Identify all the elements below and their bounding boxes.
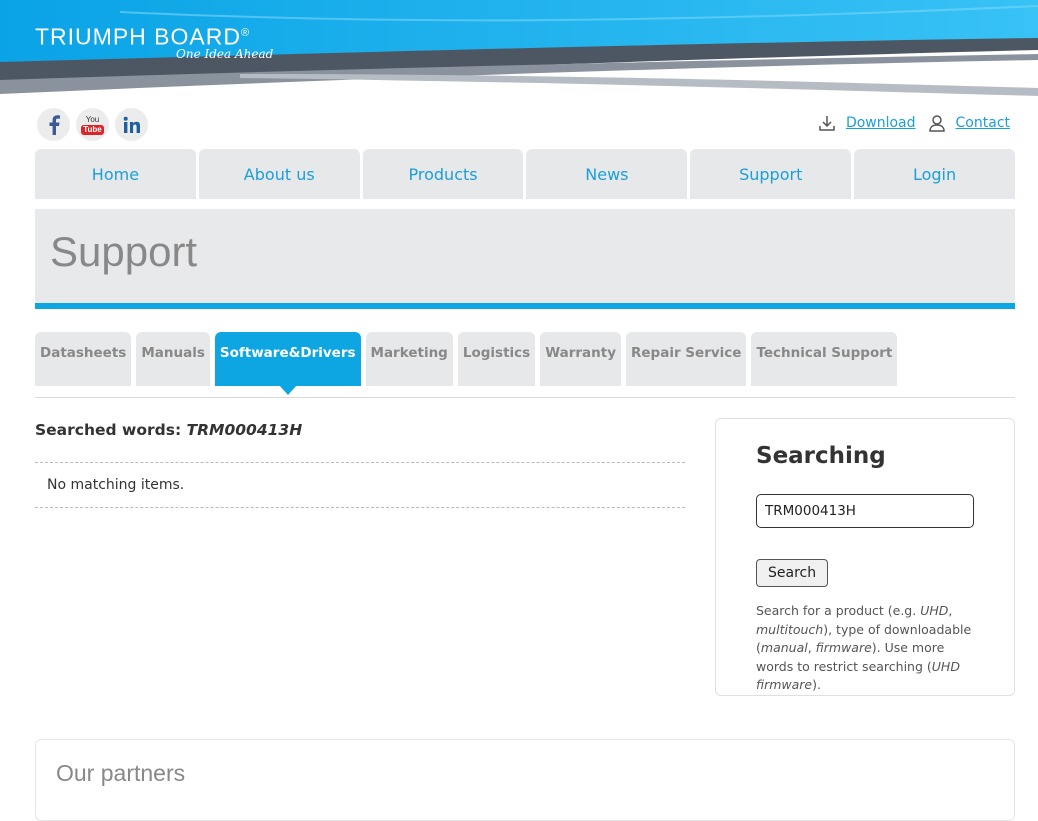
logo-tagline: One Idea Ahead bbox=[176, 46, 274, 61]
searched-words: Searched words: TRM000413H bbox=[35, 421, 302, 439]
nav-news[interactable]: News bbox=[526, 149, 688, 199]
top-links: Download Contact bbox=[818, 114, 1010, 132]
logo-name: TRIUMPH BOARD bbox=[35, 23, 241, 50]
search-panel: Searching Search Search for a product (e… bbox=[715, 418, 1015, 696]
search-results: No matching items. bbox=[35, 462, 685, 508]
tab-software-drivers[interactable]: Software&Drivers bbox=[214, 332, 361, 395]
support-subtabs: Datasheets Manuals Software&Drivers Mark… bbox=[35, 332, 898, 395]
logo-registered-mark: ® bbox=[240, 27, 251, 39]
logo[interactable]: TRIUMPH BOARD® One Idea Ahead bbox=[35, 21, 273, 61]
partners-section: Our partners bbox=[35, 739, 1015, 821]
search-panel-title: Searching bbox=[756, 443, 886, 469]
tab-technical-support[interactable]: Technical Support bbox=[751, 332, 898, 386]
partners-title: Our partners bbox=[56, 760, 186, 786]
youtube-icon[interactable]: You Tube bbox=[76, 108, 109, 141]
header-banner: TRIUMPH BOARD® One Idea Ahead bbox=[0, 0, 1038, 96]
nav-home[interactable]: Home bbox=[35, 149, 196, 199]
hint-example: UHD bbox=[920, 603, 949, 618]
searched-term: TRM000413H bbox=[186, 421, 303, 439]
no-results-message: No matching items. bbox=[47, 477, 185, 493]
tab-repair-service[interactable]: Repair Service bbox=[626, 332, 747, 386]
search-input[interactable] bbox=[756, 494, 974, 528]
search-button[interactable]: Search bbox=[756, 559, 829, 587]
hint-text: , bbox=[807, 640, 816, 655]
social-links: You Tube bbox=[37, 108, 148, 141]
nav-products[interactable]: Products bbox=[362, 149, 524, 199]
page-header: Support bbox=[35, 209, 1015, 309]
hint-text: , bbox=[948, 603, 953, 618]
hint-example: multitouch bbox=[756, 621, 824, 637]
tab-marketing[interactable]: Marketing bbox=[365, 332, 453, 386]
contact-icon bbox=[928, 114, 946, 132]
facebook-icon[interactable] bbox=[37, 108, 70, 141]
searched-words-label: Searched words: bbox=[35, 421, 182, 439]
download-link[interactable]: Download bbox=[846, 115, 916, 131]
page-title: Support bbox=[50, 228, 198, 275]
hint-text: Search for a product (e.g. bbox=[756, 603, 921, 618]
tab-manuals[interactable]: Manuals bbox=[136, 332, 210, 386]
main-nav: Home About us Products News Support Logi… bbox=[35, 149, 1015, 199]
nav-login[interactable]: Login bbox=[854, 149, 1015, 199]
youtube-tube-text: Tube bbox=[81, 124, 104, 135]
linkedin-icon[interactable] bbox=[115, 108, 148, 141]
contact-link[interactable]: Contact bbox=[956, 115, 1010, 131]
tab-warranty[interactable]: Warranty bbox=[540, 332, 621, 386]
nav-about-us[interactable]: About us bbox=[198, 149, 360, 199]
hint-example: firmware bbox=[815, 640, 872, 655]
divider bbox=[35, 397, 1015, 398]
hint-text: ). bbox=[812, 677, 821, 692]
nav-support[interactable]: Support bbox=[690, 149, 852, 199]
download-icon bbox=[818, 114, 836, 132]
youtube-you-text: You bbox=[85, 114, 100, 124]
tab-logistics[interactable]: Logistics bbox=[457, 332, 536, 386]
hint-example: manual bbox=[760, 640, 808, 655]
search-hint: Search for a product (e.g. UHD, multitou… bbox=[756, 602, 981, 695]
tab-datasheets[interactable]: Datasheets bbox=[35, 332, 132, 386]
